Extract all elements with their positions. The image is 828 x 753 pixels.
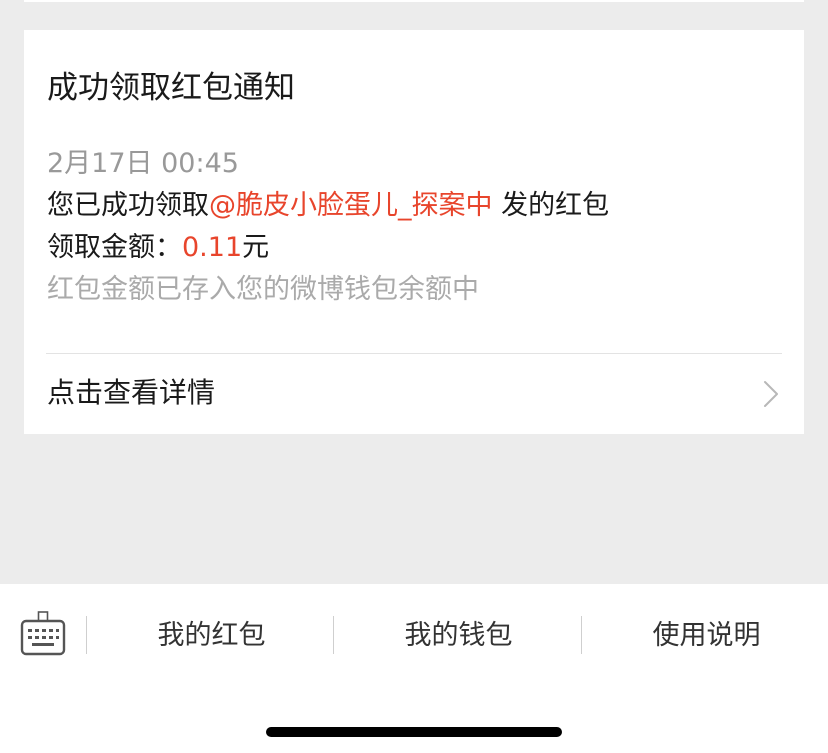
menu-separator: [581, 616, 582, 654]
message-prefix: 您已成功领取: [47, 190, 209, 221]
instructions-button[interactable]: 使用说明: [584, 614, 828, 658]
view-details-label: 点击查看详情: [47, 376, 216, 409]
home-indicator: [266, 727, 562, 737]
sender-link[interactable]: @脆皮小脸蛋儿_探案中: [209, 190, 493, 221]
notification-time: 2月17日 00:45: [47, 148, 239, 179]
view-details-row[interactable]: 点击查看详情: [24, 354, 804, 434]
my-red-packets-button[interactable]: 我的红包: [89, 614, 334, 658]
message-suffix: 发的红包: [492, 190, 610, 221]
menu-separator: [86, 616, 87, 654]
my-wallet-button[interactable]: 我的钱包: [336, 614, 581, 658]
amount-value: 0.11: [182, 232, 243, 263]
amount-label: 领取金额：: [47, 232, 182, 263]
notification-card: 成功领取红包通知 2月17日 00:45 您已成功领取@脆皮小脸蛋儿_探案中 发…: [24, 30, 804, 434]
bottom-menu-bar: 我的红包 我的钱包 使用说明: [0, 584, 828, 753]
keyboard-icon[interactable]: [18, 610, 68, 660]
amount-line: 领取金额：0.11元: [47, 230, 269, 266]
amount-unit: 元: [242, 232, 270, 263]
notification-message: 您已成功领取@脆皮小脸蛋儿_探案中 发的红包: [47, 188, 609, 224]
chevron-right-icon: [764, 381, 778, 407]
previous-message-card-edge: [24, 0, 804, 2]
notification-title: 成功领取红包通知: [47, 70, 295, 106]
wallet-note: 红包金额已存入您的微博钱包余额中: [47, 274, 479, 305]
menu-separator: [333, 616, 334, 654]
